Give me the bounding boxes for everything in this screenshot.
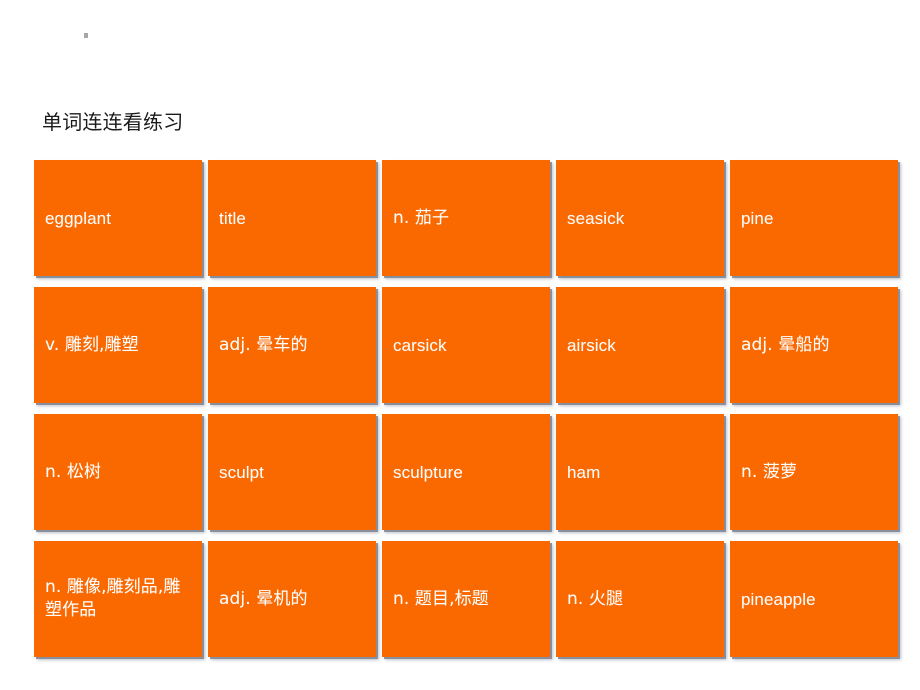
word-card[interactable]: n. 松树 <box>34 414 202 530</box>
word-card-label: adj. 晕机的 <box>219 588 308 609</box>
word-card[interactable]: sculpt <box>208 414 376 530</box>
word-card-label: n. 火腿 <box>567 588 624 609</box>
word-card-label: eggplant <box>45 208 112 228</box>
word-card-label: adj. 晕船的 <box>741 334 830 355</box>
word-card-label: v. 雕刻,雕塑 <box>45 334 139 355</box>
word-card-label: n. 雕像,雕刻品,雕塑作品 <box>45 577 181 620</box>
word-card[interactable]: pine <box>730 160 898 276</box>
word-card[interactable]: sculpture <box>382 414 550 530</box>
word-card[interactable]: carsick <box>382 287 550 403</box>
word-match-card-grid: eggplant title n. 茄子 seasick pine v. 雕刻,雕塑 adj… <box>34 160 898 657</box>
word-card-label: n. 菠萝 <box>741 461 798 482</box>
word-card-label: adj. 晕车的 <box>219 334 308 355</box>
word-card[interactable]: v. 雕刻,雕塑 <box>34 287 202 403</box>
word-card-label: sculpture <box>393 462 463 482</box>
word-card[interactable]: n. 菠萝 <box>730 414 898 530</box>
slide-canvas: . 单词连连看练习 eggplant title n. 茄子 seasick pine v… <box>0 0 920 690</box>
word-card[interactable]: n. 茄子 <box>382 160 550 276</box>
corner-dot-mark: . <box>84 33 88 38</box>
word-card[interactable]: n. 雕像,雕刻品,雕塑作品 <box>34 541 202 657</box>
word-card[interactable]: airsick <box>556 287 724 403</box>
word-card[interactable]: title <box>208 160 376 276</box>
word-card[interactable]: n. 题目,标题 <box>382 541 550 657</box>
word-card[interactable]: adj. 晕机的 <box>208 541 376 657</box>
word-card-label: sculpt <box>219 462 265 482</box>
word-card-label: seasick <box>567 208 625 228</box>
word-card-label: carsick <box>393 335 447 355</box>
word-card-label: n. 松树 <box>45 461 102 482</box>
page-title: 单词连连看练习 <box>42 110 184 134</box>
word-card-label: airsick <box>567 335 616 355</box>
word-card-label: ham <box>567 462 601 482</box>
word-card[interactable]: seasick <box>556 160 724 276</box>
word-card-label: n. 题目,标题 <box>393 588 489 609</box>
word-card-label: pineapple <box>741 589 816 609</box>
word-card[interactable]: eggplant <box>34 160 202 276</box>
word-card-label: n. 茄子 <box>393 207 450 228</box>
word-card[interactable]: ham <box>556 414 724 530</box>
word-card[interactable]: pineapple <box>730 541 898 657</box>
word-card[interactable]: adj. 晕船的 <box>730 287 898 403</box>
word-card[interactable]: adj. 晕车的 <box>208 287 376 403</box>
word-card-label: pine <box>741 208 774 228</box>
word-card-label: title <box>219 208 246 228</box>
word-card[interactable]: n. 火腿 <box>556 541 724 657</box>
